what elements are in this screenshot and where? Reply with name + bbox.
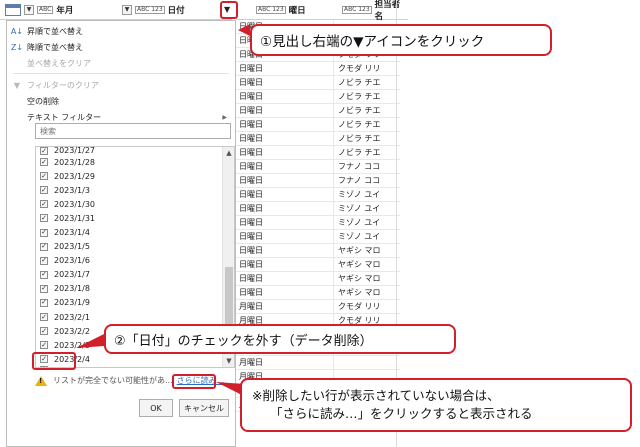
callout-1: ①見出し右端の▼アイコンをクリック <box>250 24 552 56</box>
callout-3: ※削除したい行が表示されていない場合は、 「さらに読み…」をクリックすると表示さ… <box>240 378 632 432</box>
callout-pointer-2 <box>76 334 104 348</box>
callout-2: ②「日付」のチェックを外す（データ削除） <box>104 324 456 354</box>
callout-pointer-1 <box>238 24 250 36</box>
